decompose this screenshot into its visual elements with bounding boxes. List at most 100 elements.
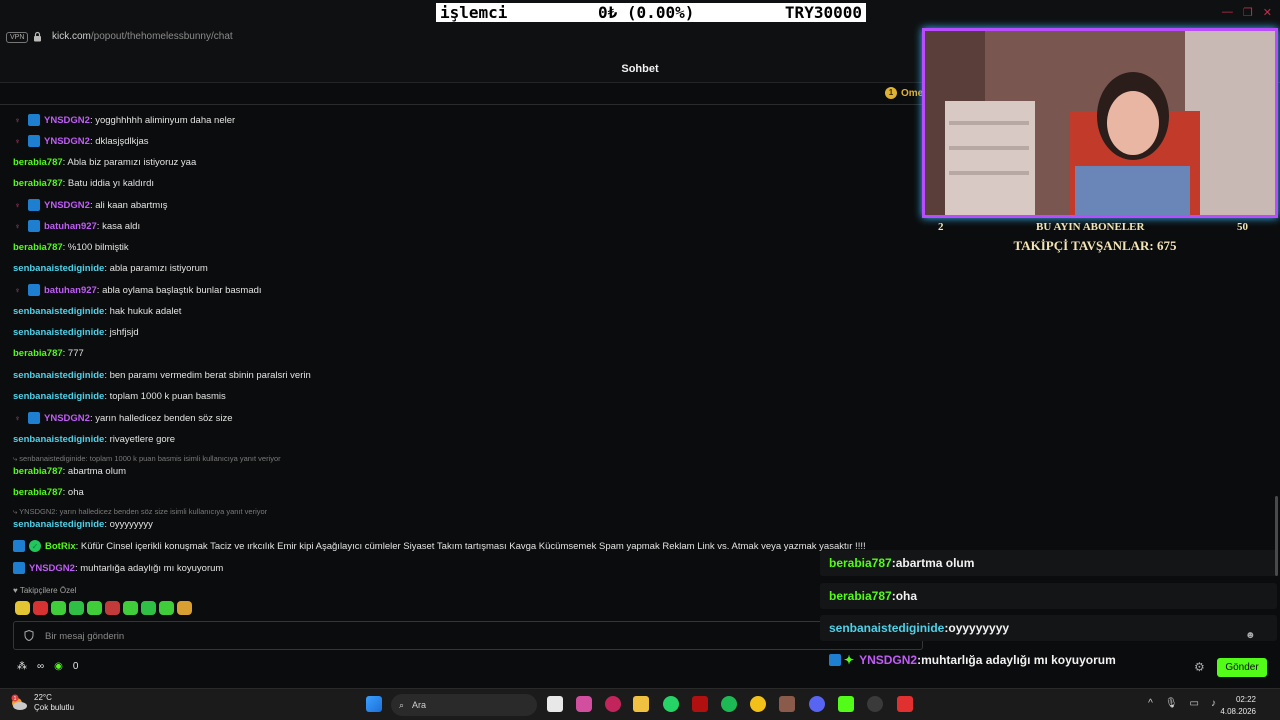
app-icon[interactable] bbox=[692, 696, 708, 712]
subs-goal: 50 bbox=[1237, 221, 1248, 233]
image-icon[interactable] bbox=[779, 696, 795, 712]
chat-text: : abla oylama başlaştık bunlar basmadı bbox=[96, 284, 262, 296]
chat-username[interactable]: senbanaistediginide bbox=[13, 519, 104, 530]
emote-icon[interactable] bbox=[123, 601, 138, 615]
chat-message-input[interactable] bbox=[45, 628, 745, 644]
coin-icon: 1 bbox=[885, 87, 897, 99]
discord-icon[interactable] bbox=[809, 696, 825, 712]
chat-text: : kasa aldı bbox=[96, 220, 141, 232]
kick-icon[interactable] bbox=[838, 696, 854, 712]
chat-username[interactable]: senbanaistediginide bbox=[13, 263, 104, 274]
chat-username[interactable]: YNSDGN2 bbox=[44, 115, 90, 126]
chat-username[interactable]: senbanaistediginide bbox=[13, 434, 104, 445]
folder-icon[interactable] bbox=[633, 696, 649, 712]
emote-icon[interactable] bbox=[51, 601, 66, 615]
network-icon[interactable]: ▭ bbox=[1190, 698, 1199, 709]
taskbar-search[interactable]: ⌕ Ara bbox=[391, 694, 537, 716]
send-button[interactable]: Gönder bbox=[1217, 658, 1267, 677]
close-icon[interactable]: ✕ bbox=[1263, 6, 1272, 19]
chat-username[interactable]: BotRix bbox=[45, 541, 76, 552]
obs-icon[interactable] bbox=[867, 696, 883, 712]
chat-message: senbanaistediginide: jshfjsjd bbox=[13, 327, 139, 338]
points-value: 0 bbox=[72, 661, 79, 672]
windows-start-icon[interactable] bbox=[366, 696, 382, 712]
mod-badge-icon: ♆ bbox=[14, 285, 21, 295]
clock[interactable]: 02:22 4.08.2026 bbox=[1220, 694, 1256, 718]
overlay-chat-message: senbanaistediginide : oyyyyyyyy bbox=[820, 615, 1277, 641]
chat-username[interactable]: berabia787 bbox=[13, 242, 63, 253]
mic-icon[interactable]: 🎙 bbox=[1165, 698, 1178, 709]
chat-username[interactable]: batuhan927 bbox=[44, 221, 97, 232]
emote-icon[interactable] bbox=[141, 601, 156, 615]
whatsapp-icon[interactable] bbox=[663, 696, 679, 712]
chat-message: berabia787: %100 bilmiştik bbox=[13, 242, 129, 253]
search-label: Ara bbox=[412, 700, 427, 710]
pinned-bar[interactable] bbox=[0, 83, 930, 105]
recorder-icon[interactable] bbox=[897, 696, 913, 712]
mod-badge-icon: ♆ bbox=[14, 200, 21, 210]
mod-badge-icon: ♆ bbox=[14, 221, 21, 231]
chat-username[interactable]: YNSDGN2 bbox=[44, 200, 90, 211]
followers-only-label: ♥ Takipçilere Özel bbox=[13, 586, 77, 595]
chat-text: : dklasjşdlkjas bbox=[89, 135, 149, 147]
spotify-icon[interactable] bbox=[721, 696, 737, 712]
chat-username[interactable]: senbanaistediginide bbox=[13, 327, 104, 338]
sub-badge-icon bbox=[28, 284, 40, 296]
task-view-icon[interactable] bbox=[547, 696, 563, 712]
chat-text: : jshfjsjd bbox=[104, 327, 139, 338]
webcam-image bbox=[925, 31, 1275, 215]
share-icon[interactable]: ⁂ bbox=[17, 661, 27, 672]
chat-username[interactable]: batuhan927 bbox=[44, 285, 97, 296]
chat-username[interactable]: YNSDGN2 bbox=[44, 136, 90, 147]
sub-badge-icon bbox=[829, 654, 841, 666]
chat-input-box[interactable] bbox=[13, 621, 923, 650]
chat-username[interactable]: berabia787 bbox=[13, 487, 63, 498]
emote-icon[interactable] bbox=[159, 601, 174, 615]
chat-message: senbanaistediginide: abla paramızı istiy… bbox=[13, 263, 208, 274]
emote-icon[interactable] bbox=[177, 601, 192, 615]
overlay-username: berabia787 bbox=[829, 589, 892, 603]
pinned-name[interactable]: Ome bbox=[901, 88, 923, 99]
opera-icon[interactable] bbox=[605, 696, 621, 712]
subs-current: 2 bbox=[938, 221, 944, 233]
chat-message: senbanaistediginide: oyyyyyyyy bbox=[13, 519, 153, 530]
chrome-icon[interactable] bbox=[750, 696, 766, 712]
chat-username[interactable]: berabia787 bbox=[13, 157, 63, 168]
emoji-icon[interactable]: ☻ bbox=[1245, 630, 1256, 641]
infinity-icon[interactable]: ∞ bbox=[37, 661, 44, 672]
weather-widget[interactable]: 1 22°C Çok bulutlu bbox=[10, 693, 74, 713]
volume-icon[interactable]: ♪ bbox=[1211, 698, 1216, 709]
emote-icon[interactable] bbox=[33, 601, 48, 615]
vpn-badge[interactable]: VPN bbox=[6, 32, 29, 43]
reply-context: ⤷ senbanaistediginide: toplam 1000 k pua… bbox=[13, 454, 281, 463]
reply-context: ⤷ YNSDGN2: yarın halledicez benden söz s… bbox=[13, 507, 268, 516]
restore-icon[interactable]: ❐ bbox=[1243, 6, 1253, 19]
chat-username[interactable]: senbanaistediginide bbox=[13, 370, 104, 381]
address-bar[interactable]: kick.com/popout/thehomelessbunny/chat bbox=[52, 31, 233, 42]
scrollbar[interactable] bbox=[1275, 496, 1278, 576]
chat-username[interactable]: YNSDGN2 bbox=[44, 413, 90, 424]
emote-icon[interactable] bbox=[87, 601, 102, 615]
emote-icon[interactable] bbox=[69, 601, 84, 615]
emote-icon[interactable] bbox=[15, 601, 30, 615]
minimize-icon[interactable]: — bbox=[1222, 6, 1233, 19]
instagram-icon[interactable] bbox=[576, 696, 592, 712]
shield-icon bbox=[24, 630, 34, 641]
lock-icon bbox=[34, 31, 41, 42]
chat-username[interactable]: berabia787 bbox=[13, 178, 63, 189]
mod-badge-icon: ♆ bbox=[14, 413, 21, 423]
chat-username[interactable]: YNSDGN2 bbox=[29, 563, 75, 574]
chevron-up-icon[interactable]: ^ bbox=[1148, 698, 1153, 709]
sparkle-icon: ✦ bbox=[844, 653, 855, 667]
points-icon[interactable]: ◉ bbox=[54, 661, 63, 672]
chat-username[interactable]: berabia787 bbox=[13, 466, 63, 477]
gear-icon[interactable]: ⚙ bbox=[1194, 661, 1206, 673]
chat-username[interactable]: berabia787 bbox=[13, 348, 63, 359]
emote-icon[interactable] bbox=[105, 601, 120, 615]
reply-text: senbanaistediginide: toplam 1000 k puan … bbox=[19, 454, 281, 463]
chat-username[interactable]: senbanaistediginide bbox=[13, 306, 104, 317]
chat-username[interactable]: senbanaistediginide bbox=[13, 391, 104, 402]
chat-message: berabia787: Abla biz paramızı istiyoruz … bbox=[13, 157, 196, 168]
overlay-text: oha bbox=[895, 589, 918, 603]
sub-badge-icon bbox=[28, 412, 40, 424]
